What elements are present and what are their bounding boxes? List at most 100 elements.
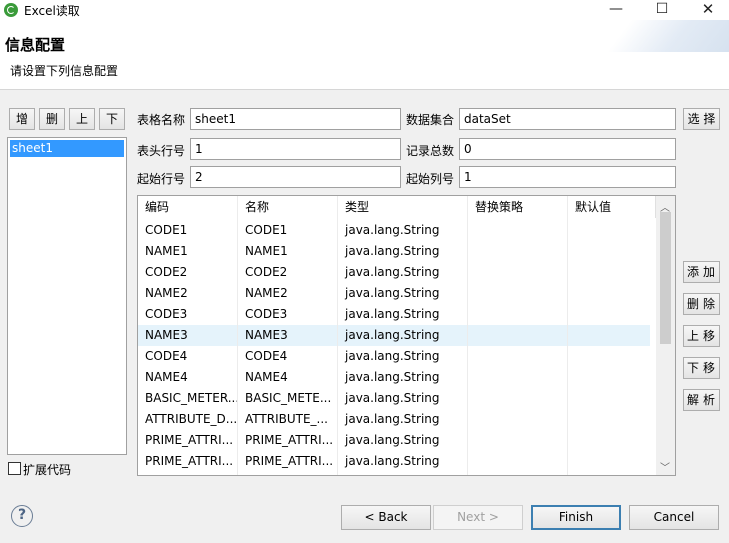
table-row[interactable]: PRIME_ATTRI... PRIME_ATTRI... java.lang.St…: [138, 430, 650, 451]
field-table[interactable]: 编码 名称 类型 替换策略 默认值 CODE1 CODE1 java.lang.St…: [137, 195, 676, 476]
vertical-scrollbar[interactable]: ︿ ﹀: [656, 196, 675, 475]
wizard-banner: 信息配置 请设置下列信息配置: [0, 20, 729, 90]
scroll-down-icon[interactable]: ﹀: [660, 459, 670, 474]
cell-default-value: [568, 304, 656, 325]
cell-replace-strategy: [468, 430, 568, 451]
back-button[interactable]: < Back: [341, 505, 431, 530]
move-sheet-up-button[interactable]: 上: [69, 108, 95, 130]
sheet-list-item[interactable]: sheet1: [10, 140, 124, 157]
cell-type: java.lang.String: [345, 328, 440, 342]
cell-default-value: [568, 241, 656, 262]
cell-code: CODE3: [145, 307, 188, 321]
header-row-label: 表头行号: [137, 144, 186, 158]
cell-code: NAME3: [145, 328, 188, 342]
cell-default-value: [568, 220, 656, 241]
sheet-list[interactable]: sheet1: [7, 137, 127, 455]
move-sheet-down-button[interactable]: 下: [99, 108, 125, 130]
extend-code-label: 扩展代码: [23, 463, 72, 477]
cell-replace-strategy: [468, 241, 568, 262]
cell-type: java.lang.String: [345, 391, 440, 405]
cell-default-value: [568, 346, 656, 367]
table-row[interactable]: NAME2 NAME2 java.lang.String: [138, 283, 650, 304]
cell-name: BASIC_METE...: [245, 391, 332, 405]
column-header-type[interactable]: 类型: [338, 196, 468, 218]
add-sheet-button[interactable]: 增: [9, 108, 35, 130]
cell-replace-strategy: [468, 325, 568, 346]
cell-type: java.lang.String: [345, 454, 440, 468]
move-field-up-button[interactable]: 上移: [683, 325, 720, 347]
scroll-thumb[interactable]: [660, 212, 671, 344]
cell-name: CODE2: [245, 265, 288, 279]
cell-replace-strategy: [468, 451, 568, 472]
cell-type: java.lang.String: [345, 349, 440, 363]
table-name-field[interactable]: sheet1: [190, 108, 401, 130]
table-row[interactable]: NAME3 NAME3 java.lang.String: [138, 325, 650, 346]
column-header-name[interactable]: 名称: [238, 196, 338, 218]
cell-replace-strategy: [468, 262, 568, 283]
start-row-field[interactable]: 2: [190, 166, 401, 188]
cell-type: java.lang.String: [345, 433, 440, 447]
cell-replace-strategy: [468, 283, 568, 304]
delete-field-button[interactable]: 删除: [683, 293, 720, 315]
column-header-replace-strategy[interactable]: 替换策略: [468, 196, 568, 218]
cell-replace-strategy: [468, 304, 568, 325]
cell-name: PRIME_ATTRI...: [245, 454, 334, 468]
cell-type: java.lang.String: [345, 265, 440, 279]
cell-type: java.lang.String: [345, 412, 440, 426]
cell-name: NAME3: [245, 328, 288, 342]
extend-code-checkbox[interactable]: [8, 462, 21, 475]
table-row[interactable]: NAME1 NAME1 java.lang.String: [138, 241, 650, 262]
table-row[interactable]: CODE1 CODE1 java.lang.String: [138, 220, 650, 241]
cell-name: CODE1: [245, 223, 288, 237]
page-subtitle: 请设置下列信息配置: [10, 64, 119, 78]
next-button[interactable]: Next >: [433, 505, 523, 530]
cell-default-value: [568, 283, 656, 304]
app-icon: [4, 3, 18, 17]
cell-replace-strategy: [468, 409, 568, 430]
header-row-field[interactable]: 1: [190, 138, 401, 160]
cell-default-value: [568, 325, 656, 346]
start-row-label: 起始行号: [137, 172, 186, 186]
move-field-down-button[interactable]: 下移: [683, 357, 720, 379]
record-total-label: 记录总数: [406, 144, 455, 158]
cell-code: NAME2: [145, 286, 188, 300]
table-row[interactable]: CODE2 CODE2 java.lang.String: [138, 262, 650, 283]
cell-name: CODE4: [245, 349, 288, 363]
table-row[interactable]: BASIC_METER... BASIC_METE... java.lang.Str…: [138, 388, 650, 409]
table-row[interactable]: PRIME_ATTRI... PRIME_ATTRI... java.lang.St…: [138, 451, 650, 472]
help-icon[interactable]: ?: [11, 505, 33, 527]
cell-default-value: [568, 262, 656, 283]
start-col-field[interactable]: 1: [459, 166, 676, 188]
add-field-button[interactable]: 添加: [683, 261, 720, 283]
cell-code: BASIC_METER...: [145, 391, 238, 405]
dataset-field[interactable]: dataSet: [459, 108, 676, 130]
table-row[interactable]: NAME4 NAME4 java.lang.String: [138, 367, 650, 388]
cell-replace-strategy: [468, 220, 568, 241]
cancel-button[interactable]: Cancel: [629, 505, 719, 530]
delete-sheet-button[interactable]: 删: [39, 108, 65, 130]
record-total-field[interactable]: 0: [459, 138, 676, 160]
cell-code: NAME4: [145, 370, 188, 384]
close-button[interactable]: ✕: [685, 0, 729, 20]
select-button[interactable]: 选 择: [683, 108, 720, 130]
dataset-label: 数据集合: [406, 113, 455, 127]
cell-code: NAME1: [145, 244, 188, 258]
table-row[interactable]: ATTRIBUTE_D... ATTRIBUTE_... java.lang.Str…: [138, 409, 650, 430]
cell-replace-strategy: [468, 367, 568, 388]
finish-button[interactable]: Finish: [531, 505, 621, 530]
cell-name: NAME2: [245, 286, 288, 300]
column-header-code[interactable]: 编码: [138, 196, 238, 218]
column-header-default-value[interactable]: 默认值: [568, 196, 656, 218]
cell-code: PRIME_ATTRI...: [145, 454, 234, 468]
column-divider: [237, 196, 238, 475]
minimize-button[interactable]: —: [593, 0, 639, 20]
table-row[interactable]: CODE3 CODE3 java.lang.String: [138, 304, 650, 325]
parse-button[interactable]: 解析: [683, 389, 720, 411]
maximize-button[interactable]: ☐: [639, 0, 685, 20]
cell-type: java.lang.String: [345, 286, 440, 300]
cell-code: CODE2: [145, 265, 188, 279]
cell-name: NAME4: [245, 370, 288, 384]
column-divider: [467, 196, 468, 475]
cell-type: java.lang.String: [345, 307, 440, 321]
table-row[interactable]: CODE4 CODE4 java.lang.String: [138, 346, 650, 367]
